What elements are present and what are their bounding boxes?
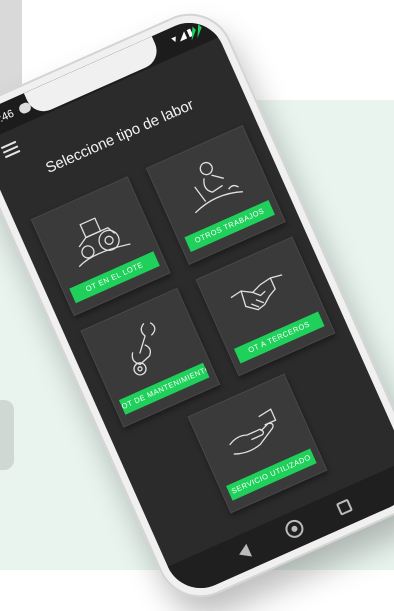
open-hand-icon	[229, 408, 277, 455]
phone-notch	[23, 36, 163, 118]
home-icon[interactable]	[282, 516, 307, 541]
recent-apps-icon[interactable]	[335, 498, 354, 516]
wrench-hand-icon	[131, 322, 156, 376]
tile-ot-de-mantenimiento[interactable]: OT DE MANTENIMIENTO	[80, 287, 221, 428]
hamburger-menu-icon[interactable]	[0, 140, 22, 161]
background-edge-lower	[0, 400, 14, 470]
tile-ot-a-terceros[interactable]: OT A TERCEROS	[195, 236, 336, 377]
status-time: 6:46	[0, 107, 16, 128]
back-icon[interactable]	[236, 543, 253, 561]
handshake-icon	[230, 274, 283, 311]
tractor-icon	[78, 217, 131, 268]
tile-otros-trabajos[interactable]: OTROS TRABAJOS	[145, 124, 286, 265]
person-working-icon	[194, 161, 243, 214]
tile-servicio-utilizado[interactable]: SERVICIO UTILIZADO	[187, 373, 328, 514]
tile-ot-en-el-lote[interactable]: OT EN EL LOTE	[30, 176, 171, 317]
